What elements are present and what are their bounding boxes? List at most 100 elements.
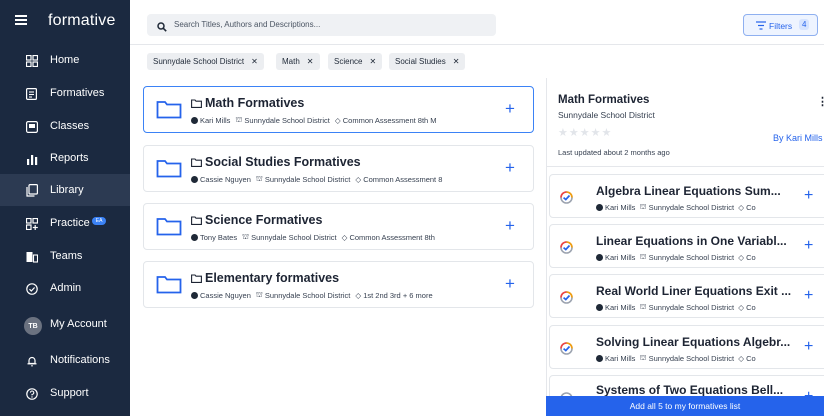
folder-card[interactable]: Science Formatives Tony Bates ⛫ Sunnydale… xyxy=(143,203,534,250)
formative-title: Solving Linear Equations Algebr... xyxy=(596,335,791,349)
sidebar-item-label: Teams xyxy=(50,250,83,262)
formative-card[interactable]: Linear Equations in One Variabl... Kari … xyxy=(549,224,824,268)
chip-label: Social Studies xyxy=(395,57,446,66)
folder-outline-icon xyxy=(191,97,202,111)
graduation-cap-icon: ⛫ xyxy=(639,252,647,261)
folder-meta: Cassie Nguyen ⛫ Sunnydale School District… xyxy=(191,174,491,184)
folder-outline-icon xyxy=(191,214,202,228)
user-icon xyxy=(191,233,198,241)
formative-title: Real World Liner Equations Exit ... xyxy=(596,284,792,298)
folder-card[interactable]: Elementary formatives Cassie Nguyen ⛫ Sun… xyxy=(143,261,534,308)
folder-title: Elementary formatives xyxy=(191,271,339,286)
formative-meta: Kari Mills ⛫ Sunnydale School District ◇… xyxy=(596,353,756,363)
close-icon[interactable]: ✕ xyxy=(307,57,314,66)
sidebar-item-label: Support xyxy=(50,387,89,399)
panel-divider xyxy=(546,78,547,416)
filters-label: Filters xyxy=(769,21,793,31)
formative-title: Systems of Two Equations Bell... xyxy=(596,383,784,397)
add-folder-button[interactable]: + xyxy=(505,216,515,236)
close-icon[interactable]: ✕ xyxy=(453,57,460,66)
sidebar-item-formatives[interactable]: Formatives xyxy=(0,77,130,109)
document-icon xyxy=(25,87,38,100)
add-folder-button[interactable]: + xyxy=(505,99,515,119)
formative-title: Linear Equations in One Variabl... xyxy=(596,234,787,248)
tag-icon: ◇ xyxy=(738,302,745,312)
user-icon xyxy=(191,291,198,299)
user-icon xyxy=(596,203,603,211)
folder-title: Math Formatives xyxy=(191,96,304,111)
add-folder-button[interactable]: + xyxy=(505,158,515,178)
sidebar-item-admin[interactable]: Admin xyxy=(0,272,130,304)
sidebar-item-practice[interactable]: Practice EA xyxy=(0,207,130,239)
help-icon xyxy=(25,387,38,400)
sidebar-item-my-account[interactable]: TB My Account xyxy=(0,308,130,340)
sidebar-item-label: Practice EA xyxy=(50,217,107,229)
formative-card[interactable]: Algebra Linear Equations Sum... Kari Mil… xyxy=(549,174,824,218)
bell-icon xyxy=(25,354,38,367)
sidebar-item-library[interactable]: Library xyxy=(0,174,130,206)
grid-icon xyxy=(25,54,38,67)
filter-chip-math[interactable]: Math ✕ xyxy=(276,53,320,70)
add-formative-button[interactable]: + xyxy=(804,237,813,255)
folder-card[interactable]: Math Formatives Kari Mills ⛫ Sunnydale Sc… xyxy=(143,86,534,133)
tag-icon: ◇ xyxy=(738,353,745,363)
filters-button[interactable]: Filters 4 xyxy=(743,14,818,36)
folder-meta: Cassie Nguyen ⛫ Sunnydale School District… xyxy=(191,290,491,300)
sidebar-item-label: Classes xyxy=(50,120,90,132)
hamburger-menu-icon[interactable] xyxy=(15,15,27,25)
sidebar-item-label: My Account xyxy=(50,318,107,330)
sidebar-item-label: Library xyxy=(50,184,84,196)
user-icon xyxy=(596,253,603,261)
formative-check-icon xyxy=(560,342,573,360)
sidebar-item-notifications[interactable]: Notifications xyxy=(0,344,130,376)
author-link[interactable]: By Kari Mills xyxy=(773,133,823,143)
folder-title: Science Formatives xyxy=(191,213,322,228)
folder-meta: Tony Bates ⛫ Sunnydale School District ◇ C… xyxy=(191,232,491,242)
add-formative-button[interactable]: + xyxy=(804,287,813,305)
filter-chip-science[interactable]: Science ✕ xyxy=(328,53,383,70)
formative-card[interactable]: Solving Linear Equations Algebr... Kari … xyxy=(549,325,824,369)
last-updated: Last updated about 2 months ago xyxy=(558,148,670,157)
tag-icon: ◇ xyxy=(355,290,362,300)
more-options-icon[interactable]: ⋮ xyxy=(817,95,824,108)
search-input[interactable]: Search Titles, Authors and Descriptions.… xyxy=(147,14,496,36)
formative-logo[interactable]: formative xyxy=(48,12,116,30)
formative-card[interactable]: Real World Liner Equations Exit ... Kari… xyxy=(549,274,824,318)
search-icon xyxy=(157,19,167,37)
filter-lines-icon xyxy=(756,21,766,32)
folder-icon xyxy=(156,274,182,299)
filter-chip-district[interactable]: Sunnydale School District ✕ xyxy=(147,53,264,70)
graduation-cap-icon: ⛫ xyxy=(639,202,647,211)
close-icon[interactable]: ✕ xyxy=(369,57,376,66)
folder-meta: Kari Mills ⛫ Sunnydale School District ◇ C… xyxy=(191,115,491,125)
close-icon[interactable]: ✕ xyxy=(251,57,258,66)
add-formative-button[interactable]: + xyxy=(804,338,813,356)
formative-check-icon xyxy=(560,241,573,259)
tag-icon: ◇ xyxy=(341,232,348,242)
sidebar-item-classes[interactable]: Classes xyxy=(0,110,130,142)
filter-chip-social-studies[interactable]: Social Studies ✕ xyxy=(389,53,466,70)
folder-card[interactable]: Social Studies Formatives Cassie Nguyen ⛫… xyxy=(143,145,534,192)
sidebar-item-reports[interactable]: Reports xyxy=(0,142,130,174)
rating-stars[interactable]: ★★★★★ xyxy=(558,126,612,139)
filters-count-badge: 4 xyxy=(799,19,810,30)
add-all-button[interactable]: Add all 5 to my formatives list xyxy=(546,396,824,416)
user-icon xyxy=(191,175,198,183)
add-formative-button[interactable]: + xyxy=(804,187,813,205)
copy-icon xyxy=(25,184,38,197)
folder-outline-icon xyxy=(191,156,202,170)
graduation-cap-icon: ⛫ xyxy=(639,353,647,362)
chip-label: Math xyxy=(282,57,300,66)
header-divider xyxy=(130,44,824,45)
avatar: TB xyxy=(24,317,42,335)
chip-label: Sunnydale School District xyxy=(153,57,245,66)
add-folder-button[interactable]: + xyxy=(505,274,515,294)
folder-icon xyxy=(156,216,182,241)
formative-meta: Kari Mills ⛫ Sunnydale School District ◇… xyxy=(596,302,756,312)
sidebar-item-teams[interactable]: Teams xyxy=(0,240,130,272)
sidebar-item-support[interactable]: Support xyxy=(0,377,130,409)
formative-check-icon xyxy=(560,191,573,209)
sidebar-item-home[interactable]: Home xyxy=(0,44,130,76)
sidebar-item-label: Admin xyxy=(50,282,82,294)
folder-icon xyxy=(156,158,182,183)
